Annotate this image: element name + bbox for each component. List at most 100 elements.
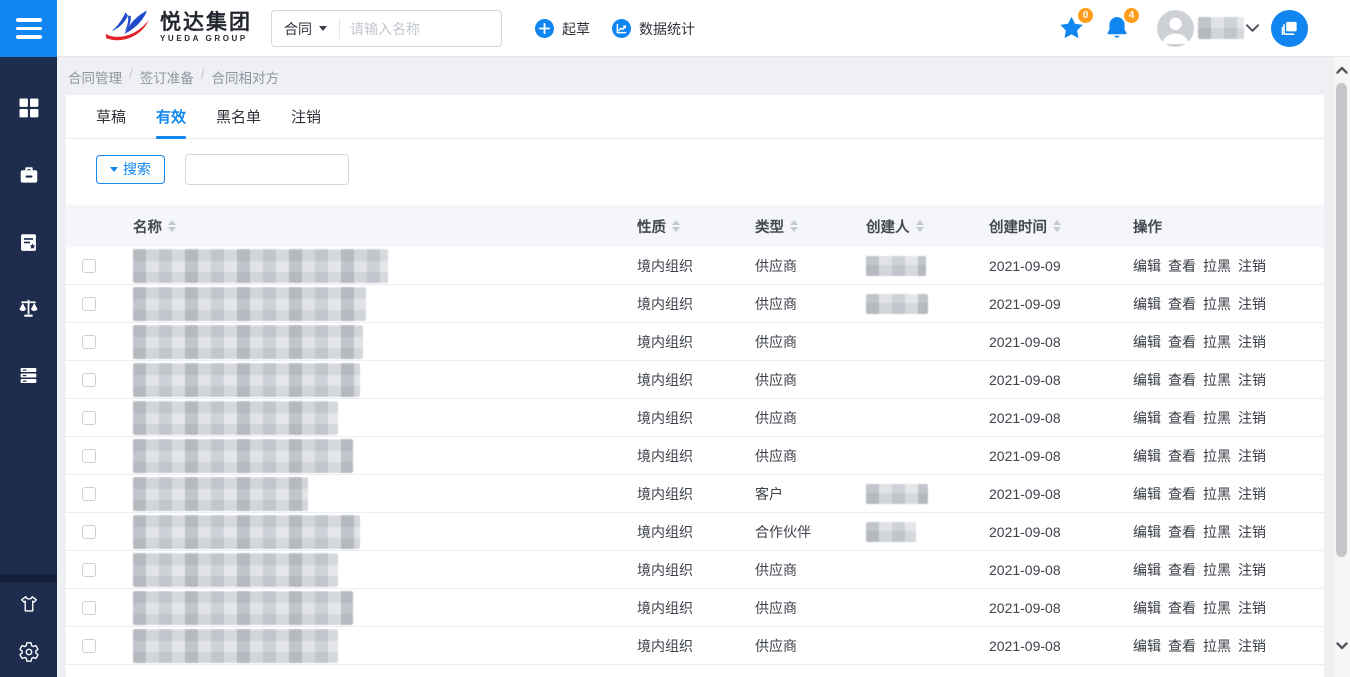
edit-action[interactable]: 编辑 (1133, 332, 1161, 352)
row-checkbox[interactable] (82, 411, 96, 425)
deregister-action[interactable]: 注销 (1238, 256, 1266, 276)
created-date-cell: 2021-09-08 (989, 448, 1133, 464)
sidebar-item-settings[interactable] (17, 640, 41, 664)
hamburger-menu-button[interactable] (0, 0, 57, 57)
row-checkbox[interactable] (82, 639, 96, 653)
breadcrumb-item-2[interactable]: 签订准备 (140, 67, 194, 87)
scroll-down-arrow[interactable] (1333, 635, 1350, 657)
deregister-action[interactable]: 注销 (1238, 598, 1266, 618)
view-action[interactable]: 查看 (1168, 560, 1196, 580)
sidebar-item-business[interactable] (17, 163, 41, 187)
view-action[interactable]: 查看 (1168, 370, 1196, 390)
tab-deregistered[interactable]: 注销 (291, 95, 321, 138)
user-avatar[interactable] (1157, 10, 1194, 47)
row-checkbox[interactable] (82, 449, 96, 463)
sidebar-item-theme[interactable] (17, 592, 41, 616)
edit-action[interactable]: 编辑 (1133, 256, 1161, 276)
blacklist-action[interactable]: 拉黑 (1203, 484, 1231, 504)
deregister-action[interactable]: 注销 (1238, 522, 1266, 542)
created-date-cell: 2021-09-09 (989, 296, 1133, 312)
row-checkbox[interactable] (82, 487, 96, 501)
blacklist-action[interactable]: 拉黑 (1203, 598, 1231, 618)
edit-action[interactable]: 编辑 (1133, 446, 1161, 466)
global-search-input[interactable] (340, 21, 501, 37)
row-checkbox[interactable] (82, 525, 96, 539)
sort-icon[interactable] (672, 220, 680, 233)
deregister-action[interactable]: 注销 (1238, 446, 1266, 466)
row-checkbox[interactable] (82, 335, 96, 349)
view-action[interactable]: 查看 (1168, 294, 1196, 314)
search-category-value: 合同 (284, 19, 312, 39)
nature-cell: 境内组织 (637, 636, 755, 656)
sort-icon[interactable] (916, 220, 924, 233)
row-checkbox[interactable] (82, 297, 96, 311)
search-button[interactable]: 搜索 (96, 155, 165, 184)
view-action[interactable]: 查看 (1168, 636, 1196, 656)
view-action[interactable]: 查看 (1168, 332, 1196, 352)
row-checkbox[interactable] (82, 601, 96, 615)
blacklist-action[interactable]: 拉黑 (1203, 446, 1231, 466)
view-action[interactable]: 查看 (1168, 446, 1196, 466)
blacklist-action[interactable]: 拉黑 (1203, 294, 1231, 314)
view-action[interactable]: 查看 (1168, 598, 1196, 618)
row-checkbox[interactable] (82, 259, 96, 273)
user-menu-chevron[interactable] (1245, 21, 1260, 39)
edit-action[interactable]: 编辑 (1133, 484, 1161, 504)
edit-action[interactable]: 编辑 (1133, 294, 1161, 314)
view-action[interactable]: 查看 (1168, 484, 1196, 504)
sidebar-item-archive[interactable] (17, 363, 41, 387)
apps-button[interactable] (1271, 10, 1308, 47)
search-category-select[interactable]: 合同 (272, 19, 339, 39)
blacklist-action[interactable]: 拉黑 (1203, 636, 1231, 656)
scroll-up-arrow[interactable] (1333, 59, 1350, 81)
sidebar-item-dashboard[interactable] (17, 96, 41, 120)
edit-action[interactable]: 编辑 (1133, 560, 1161, 580)
vertical-scrollbar[interactable] (1332, 57, 1350, 677)
deregister-action[interactable]: 注销 (1238, 636, 1266, 656)
type-cell: 供应商 (755, 636, 866, 656)
sidebar (0, 0, 57, 677)
statistics-button[interactable]: 数据统计 (612, 0, 695, 57)
blacklist-action[interactable]: 拉黑 (1203, 408, 1231, 428)
sidebar-item-legal[interactable] (17, 296, 41, 320)
breadcrumb-item-3[interactable]: 合同相对方 (212, 67, 280, 87)
sort-icon[interactable] (168, 220, 176, 233)
blacklist-action[interactable]: 拉黑 (1203, 256, 1231, 276)
deregister-action[interactable]: 注销 (1238, 370, 1266, 390)
deregister-action[interactable]: 注销 (1238, 332, 1266, 352)
view-action[interactable]: 查看 (1168, 256, 1196, 276)
edit-action[interactable]: 编辑 (1133, 522, 1161, 542)
row-checkbox[interactable] (82, 373, 96, 387)
draft-label: 起草 (562, 19, 590, 39)
row-checkbox[interactable] (82, 563, 96, 577)
deregister-action[interactable]: 注销 (1238, 484, 1266, 504)
edit-action[interactable]: 编辑 (1133, 370, 1161, 390)
tab-draft[interactable]: 草稿 (96, 95, 126, 138)
blacklist-action[interactable]: 拉黑 (1203, 522, 1231, 542)
sort-icon[interactable] (790, 220, 798, 233)
deregister-action[interactable]: 注销 (1238, 408, 1266, 428)
deregister-action[interactable]: 注销 (1238, 560, 1266, 580)
redacted-name (133, 439, 353, 473)
nature-cell: 境内组织 (637, 598, 755, 618)
filter-input[interactable] (185, 154, 349, 185)
sidebar-item-contracts[interactable] (17, 230, 41, 254)
view-action[interactable]: 查看 (1168, 522, 1196, 542)
blacklist-action[interactable]: 拉黑 (1203, 332, 1231, 352)
scrollbar-thumb[interactable] (1336, 83, 1347, 557)
sort-icon[interactable] (1053, 220, 1061, 233)
draft-button[interactable]: 起草 (535, 0, 590, 57)
blacklist-action[interactable]: 拉黑 (1203, 370, 1231, 390)
notifications-button[interactable]: 4 (1104, 15, 1131, 42)
tab-blacklist[interactable]: 黑名单 (216, 95, 261, 138)
edit-action[interactable]: 编辑 (1133, 408, 1161, 428)
table-body: 境内组织 供应商 2021-09-09 编辑 查看 拉黑 注销 境内组织 供应商… (66, 247, 1324, 665)
blacklist-action[interactable]: 拉黑 (1203, 560, 1231, 580)
deregister-action[interactable]: 注销 (1238, 294, 1266, 314)
edit-action[interactable]: 编辑 (1133, 598, 1161, 618)
breadcrumb-item-1[interactable]: 合同管理 (68, 67, 122, 87)
favorites-button[interactable]: 0 (1058, 15, 1085, 42)
tab-active[interactable]: 有效 (156, 95, 186, 138)
view-action[interactable]: 查看 (1168, 408, 1196, 428)
edit-action[interactable]: 编辑 (1133, 636, 1161, 656)
